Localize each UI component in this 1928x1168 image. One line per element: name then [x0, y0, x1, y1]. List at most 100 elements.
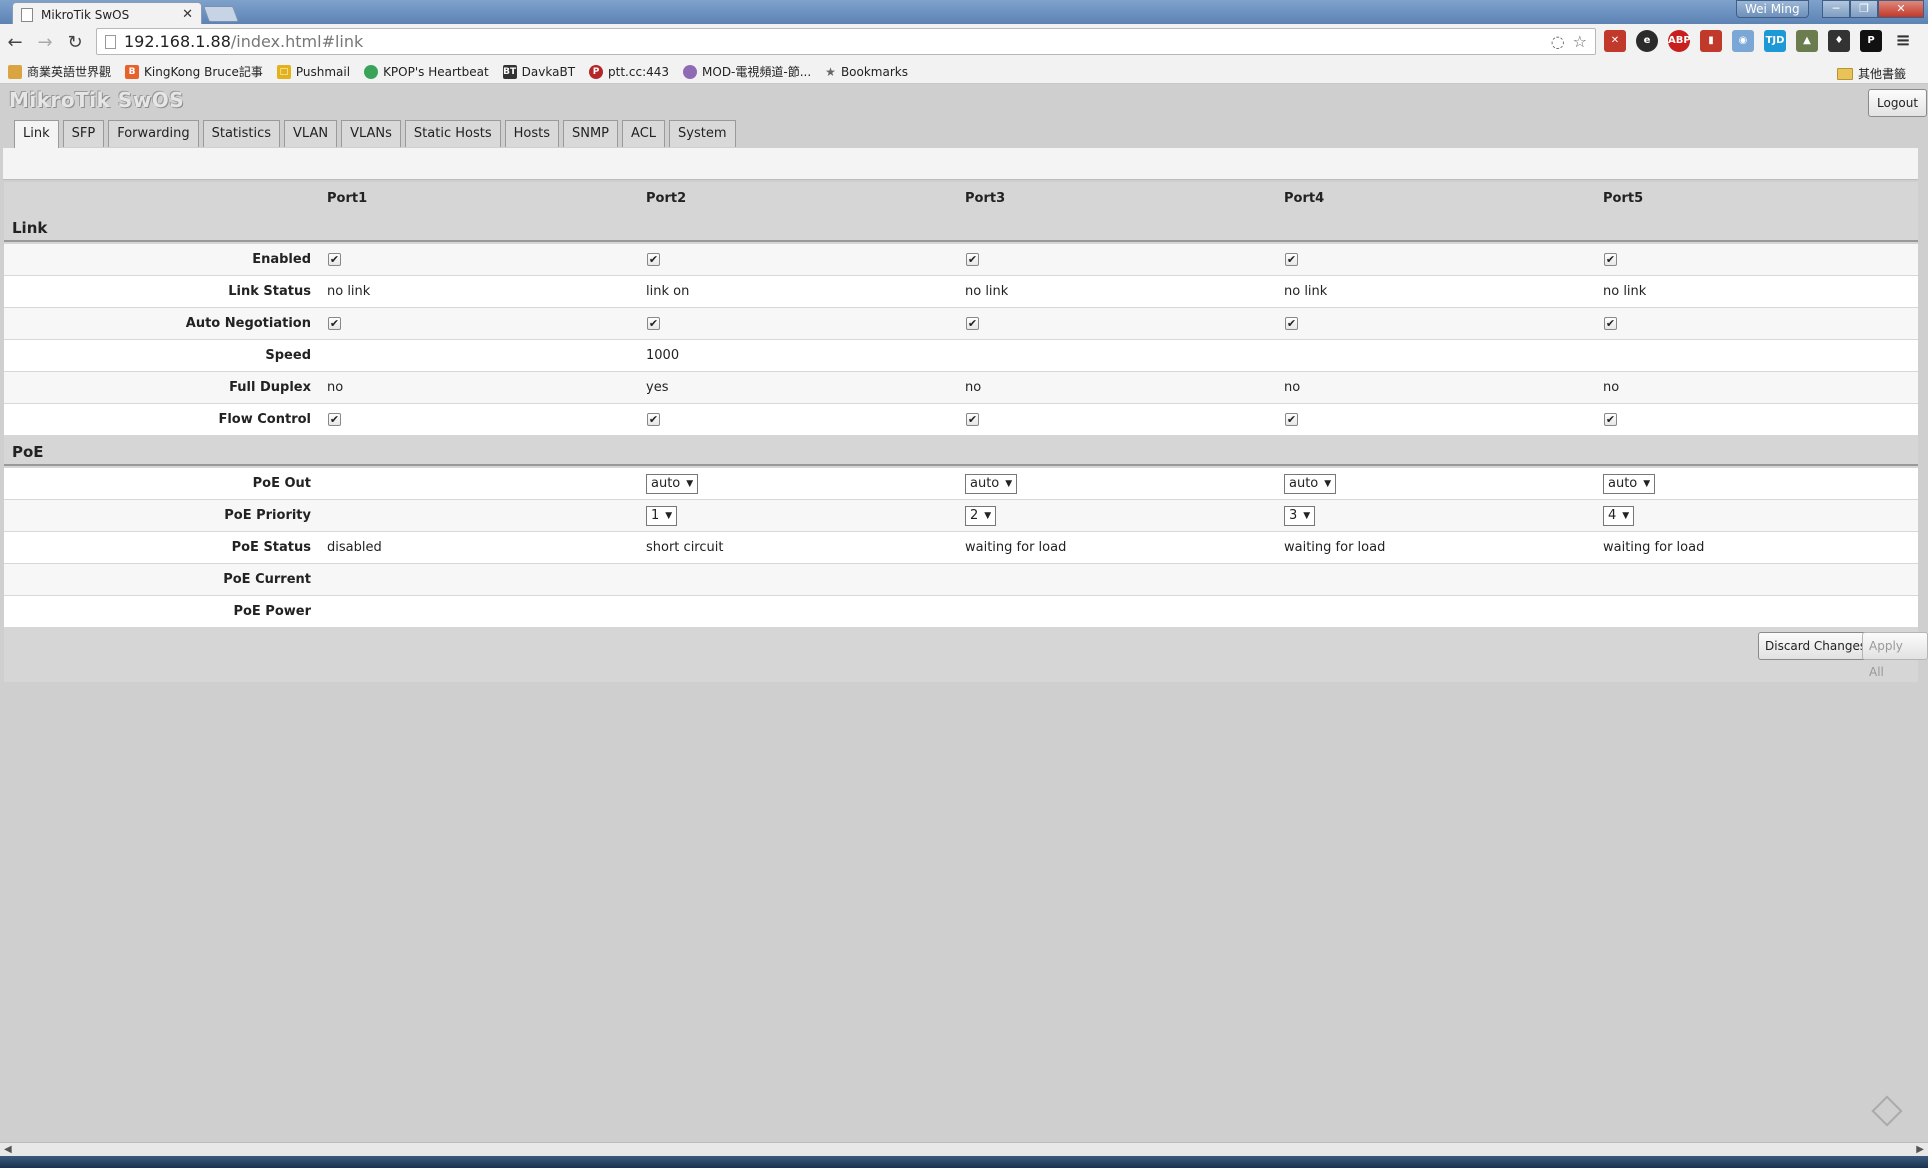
star-icon: ★: [825, 64, 836, 79]
flow-control-checkbox[interactable]: ✔: [966, 413, 979, 426]
poe-priority-select[interactable]: 3 ▼: [1284, 506, 1316, 526]
dropdown-arrow-icon: ▼: [1324, 479, 1332, 489]
scroll-right-icon[interactable]: ▶: [1916, 1143, 1924, 1157]
tab-static-hosts[interactable]: Static Hosts: [404, 120, 501, 147]
new-tab-button[interactable]: [203, 6, 239, 22]
tab-sfp[interactable]: SFP: [62, 120, 105, 147]
extensions: ✕ e ABP ▮ ◉ TJD ▲ ♦ P ≡: [1604, 30, 1914, 52]
enabled-checkbox[interactable]: ✔: [1285, 253, 1298, 266]
page-icon: [105, 34, 116, 49]
auto-negotiation-checkbox[interactable]: ✔: [1604, 317, 1617, 330]
browser-tab[interactable]: MikroTik SwOS ✕: [12, 2, 202, 26]
scroll-left-icon[interactable]: ◀: [4, 1143, 12, 1157]
select-value: 2: [970, 508, 979, 523]
extension-icon[interactable]: ✕: [1604, 30, 1626, 52]
tab-vlan[interactable]: VLAN: [284, 120, 338, 147]
extension-icon[interactable]: ♦: [1828, 30, 1850, 52]
poe-out-select[interactable]: auto ▼: [965, 474, 1018, 494]
auto-negotiation-checkbox[interactable]: ✔: [1285, 317, 1298, 330]
poe-priority-select[interactable]: 4 ▼: [1603, 506, 1635, 526]
bookmark-extension-icon[interactable]: ▮: [1700, 30, 1722, 52]
select-value: 4: [1608, 508, 1617, 523]
select-value: auto: [1289, 476, 1319, 491]
extension-icon[interactable]: ▲: [1796, 30, 1818, 52]
restore-button[interactable]: ❐: [1850, 0, 1878, 18]
auto-negotiation-checkbox[interactable]: ✔: [647, 317, 660, 330]
poe-priority-select[interactable]: 1 ▼: [646, 506, 678, 526]
enabled-checkbox[interactable]: ✔: [1604, 253, 1617, 266]
row-full-duplex: Full Duplex no yes no no no: [4, 372, 1918, 404]
auto-negotiation-checkbox[interactable]: ✔: [966, 317, 979, 330]
tab-link[interactable]: Link: [14, 120, 59, 149]
extension-icon[interactable]: TJD: [1764, 30, 1786, 52]
close-window-button[interactable]: ✕: [1878, 0, 1924, 18]
minimize-button[interactable]: ─: [1822, 0, 1850, 18]
other-bookmarks[interactable]: 其他書籤: [1836, 65, 1906, 82]
bookmark-label: DavkaBT: [521, 64, 576, 79]
horizontal-scrollbar[interactable]: ◀ ▶: [0, 1142, 1928, 1156]
dropdown-arrow-icon: ▼: [1303, 511, 1311, 521]
extension-icon[interactable]: e: [1636, 30, 1658, 52]
section-title: PoE: [12, 443, 44, 461]
row-label: Enabled: [252, 252, 311, 267]
dropdown-arrow-icon: ▼: [1643, 479, 1651, 489]
tab-acl[interactable]: ACL: [622, 120, 666, 147]
apply-all-button[interactable]: Apply All: [1862, 632, 1928, 679]
menu-icon[interactable]: ≡: [1892, 30, 1914, 52]
bookmark-item[interactable]: ★ Bookmarks: [825, 65, 908, 79]
tab-statistics[interactable]: Statistics: [202, 120, 281, 147]
logout-button[interactable]: Logout: [1868, 89, 1928, 117]
bookmark-label: ptt.cc:443: [608, 64, 670, 79]
back-icon[interactable]: ←: [0, 32, 30, 53]
flow-control-checkbox[interactable]: ✔: [647, 413, 660, 426]
bookmark-item[interactable]: □ Pushmail: [276, 64, 350, 79]
tab-system[interactable]: System: [669, 120, 736, 147]
flow-control-checkbox[interactable]: ✔: [1285, 413, 1298, 426]
enabled-checkbox[interactable]: ✔: [647, 253, 660, 266]
row-poe-current: PoE Current: [4, 564, 1918, 596]
tab-forwarding[interactable]: Forwarding: [108, 120, 199, 147]
poe-out-select[interactable]: auto ▼: [1603, 474, 1656, 494]
poe-status-value: disabled: [327, 540, 382, 555]
poe-out-select[interactable]: auto ▼: [646, 474, 699, 494]
flow-control-checkbox[interactable]: ✔: [328, 413, 341, 426]
poe-status-value: waiting for load: [965, 540, 1067, 555]
port-header: Port1: [327, 191, 368, 206]
adblock-icon[interactable]: ABP: [1668, 30, 1691, 52]
flow-control-checkbox[interactable]: ✔: [1604, 413, 1617, 426]
bookmark-item[interactable]: B KingKong Bruce記事: [125, 63, 263, 80]
forward-icon[interactable]: →: [30, 32, 60, 53]
translate-icon[interactable]: ◌: [1551, 32, 1565, 51]
poe-priority-select[interactable]: 2 ▼: [965, 506, 997, 526]
bookmark-item[interactable]: Pptt.cc:443: [589, 64, 670, 79]
port-header: Port3: [965, 191, 1006, 206]
full-duplex-value: yes: [646, 380, 669, 395]
bookmark-icon: [683, 64, 698, 79]
full-duplex-value: no: [965, 380, 982, 395]
feedback-icon[interactable]: [1871, 1095, 1903, 1127]
row-poe-power: PoE Power: [4, 596, 1918, 628]
tab-snmp[interactable]: SNMP: [562, 120, 619, 147]
poe-out-select[interactable]: auto ▼: [1284, 474, 1337, 494]
close-tab-icon[interactable]: ✕: [182, 7, 193, 22]
profile-badge[interactable]: Wei Ming: [1736, 0, 1809, 18]
blogger-icon: B: [125, 64, 140, 79]
bookmark-item[interactable]: MOD-電視頻道-節...: [683, 63, 811, 80]
bookmark-item[interactable]: BT DavkaBT: [502, 64, 576, 79]
discard-changes-button[interactable]: Discard Changes: [1758, 632, 1874, 660]
poe-status-value: short circuit: [646, 540, 724, 555]
dropdown-arrow-icon: ▼: [1622, 511, 1630, 521]
enabled-checkbox[interactable]: ✔: [966, 253, 979, 266]
star-icon[interactable]: ☆: [1573, 32, 1587, 51]
enabled-checkbox[interactable]: ✔: [328, 253, 341, 266]
camera-icon[interactable]: ◉: [1732, 30, 1754, 52]
bookmark-item[interactable]: 商業英語世界觀: [8, 63, 111, 80]
tab-hosts[interactable]: Hosts: [504, 120, 559, 147]
tab-vlans[interactable]: VLANs: [341, 120, 401, 147]
auto-negotiation-checkbox[interactable]: ✔: [328, 317, 341, 330]
bookmark-item[interactable]: KPOP's Heartbeat: [364, 64, 489, 79]
reload-icon[interactable]: ↻: [60, 32, 90, 53]
address-bar[interactable]: 192.168.1.88/index.html#link ◌ ☆: [96, 28, 1596, 55]
extension-icon[interactable]: P: [1860, 30, 1882, 52]
section-title: Link: [12, 219, 48, 237]
